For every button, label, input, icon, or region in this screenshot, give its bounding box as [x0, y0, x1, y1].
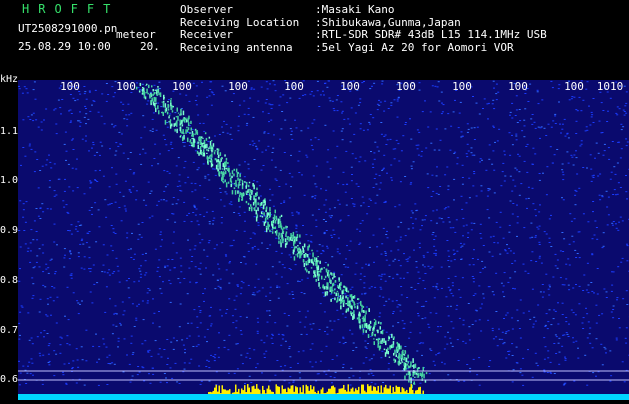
timestamp: 25.08.29 10:00	[18, 40, 111, 53]
meta-value: :RTL-SDR SDR# 43dB L15 114.1MHz USB	[315, 29, 547, 42]
freq-label: 0.8	[0, 275, 18, 286]
time-tick: 100	[228, 80, 248, 93]
time-tick: 100	[116, 80, 136, 93]
file-name: UT2508291000.pn	[18, 22, 117, 35]
time-tick: 100	[172, 80, 192, 93]
meta-row-receiver: Receiver :RTL-SDR SDR# 43dB L15 114.1MHz…	[180, 29, 547, 42]
time-tick: 100	[508, 80, 528, 93]
app-brand: HROFFT	[22, 2, 119, 16]
meta-value: :Masaki Kano	[315, 4, 394, 17]
spectrogram-background	[18, 80, 629, 400]
freq-label: 0.9	[0, 225, 18, 236]
time-tick: 1010	[597, 80, 624, 93]
header-panel: HROFFT UT2508291000.pn meteor 25.08.29 1…	[0, 0, 629, 80]
freq-label: 0.6	[0, 374, 18, 385]
freq-label: 0.7	[0, 325, 18, 336]
meta-key: Observer	[180, 4, 315, 17]
meta-value: :5el Yagi Az 20 for Aomori VOR	[315, 42, 514, 55]
freq-label: 1.0	[0, 175, 18, 186]
spectrogram-canvas	[18, 80, 629, 400]
time-tick: 100	[452, 80, 472, 93]
timestamp-suffix: 20.	[140, 40, 160, 53]
time-tick: 100	[340, 80, 360, 93]
time-tick: 100	[60, 80, 80, 93]
meta-row-antenna: Receiving antenna :5el Yagi Az 20 for Ao…	[180, 42, 547, 55]
time-tick: 100	[396, 80, 416, 93]
meta-row-observer: Observer :Masaki Kano	[180, 4, 547, 17]
frequency-axis: 1.1 1.0 0.9 0.8 0.7 0.6	[0, 94, 18, 400]
baseline-band	[18, 394, 629, 400]
freq-label: 1.1	[0, 126, 18, 137]
time-tick-row: 100 100 100 100 100 100 100 100 100 100 …	[0, 80, 629, 94]
time-tick: 100	[564, 80, 584, 93]
metadata-list: Observer :Masaki Kano Receiving Location…	[180, 4, 547, 54]
time-tick: 100	[284, 80, 304, 93]
meta-key: Receiving antenna	[180, 42, 315, 55]
meta-key: Receiver	[180, 29, 315, 42]
spectrogram-plot	[18, 80, 629, 400]
